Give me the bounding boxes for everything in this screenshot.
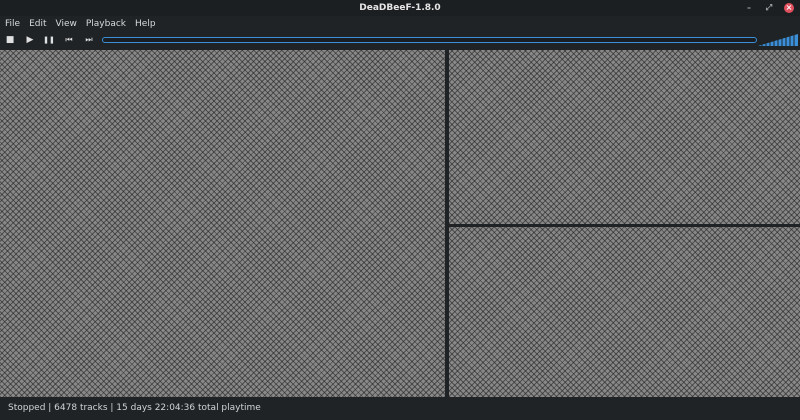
menu-help[interactable]: Help [135,16,156,32]
next-icon[interactable]: ⏭ [83,34,95,46]
status-bar: Stopped | 6478 tracks | 15 days 22:04:36… [0,397,800,420]
maximize-icon[interactable]: ⤢ [764,3,774,13]
bottom-right-pane [449,227,800,397]
top-right-pane [449,50,800,224]
minimize-icon[interactable]: – [744,3,754,13]
window-title: DeaDBeeF-1.8.0 [359,3,441,13]
seek-bar[interactable] [102,37,757,43]
menu-playback[interactable]: Playback [86,16,126,32]
play-icon[interactable]: ▶ [24,34,36,46]
volume-slider[interactable] [758,34,798,46]
menu-bar: File Edit View Playback Help [0,16,800,32]
menu-edit[interactable]: Edit [29,16,46,32]
toolbar: ■ ▶ ❚❚ ⏮ ⏭ [0,32,800,48]
stop-icon[interactable]: ■ [4,34,16,46]
menu-file[interactable]: File [5,16,20,32]
title-bar: DeaDBeeF-1.8.0 – ⤢ × [0,0,800,16]
menu-view[interactable]: View [56,16,77,32]
previous-icon[interactable]: ⏮ [63,34,75,46]
left-pane [0,50,445,397]
close-icon[interactable]: × [784,3,794,13]
pause-icon[interactable]: ❚❚ [43,34,55,46]
